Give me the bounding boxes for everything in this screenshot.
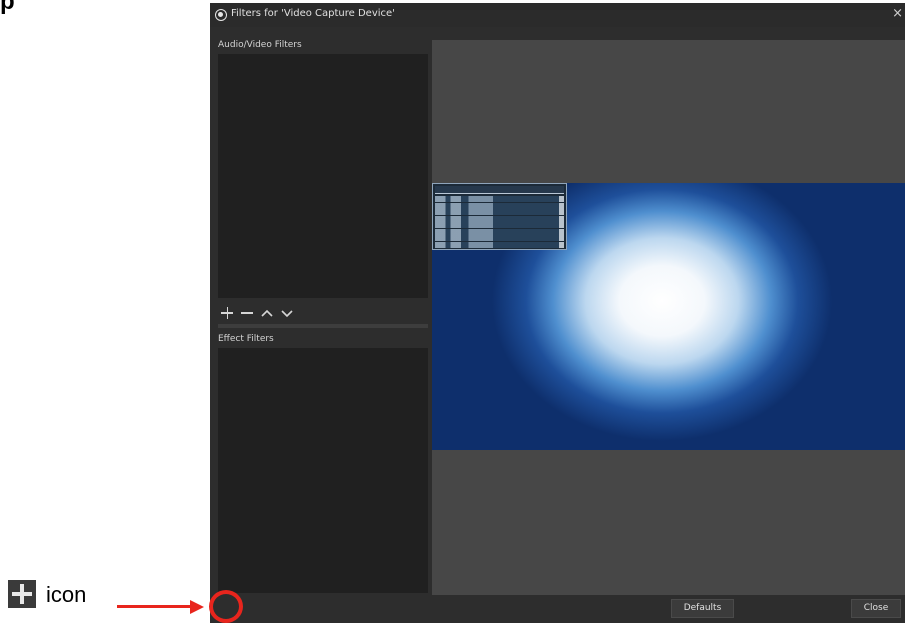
osd-row [435,222,564,228]
osd-row [435,215,564,222]
annotation-highlight-circle [209,590,243,623]
close-window-button[interactable]: × [892,7,903,20]
defaults-button[interactable]: Defaults [671,599,734,618]
window-title: Filters for 'Video Capture Device' [231,8,395,19]
video-osd-overlay [432,183,567,250]
audio-video-filters-list[interactable] [218,54,428,298]
osd-row [435,241,564,248]
audio-video-filters-toolbar [218,302,318,324]
av-add-filter-button[interactable] [218,302,236,324]
preview-area [432,40,905,595]
video-preview [432,183,905,450]
obs-logo-icon [215,9,227,21]
av-move-down-button[interactable] [278,302,296,324]
annotation-fragment-text: p [0,0,15,15]
av-remove-filter-button[interactable] [238,302,256,324]
legend-plus-icon [8,580,36,608]
av-move-up-button[interactable] [258,302,276,324]
chevron-up-icon [261,309,273,317]
annotation-arrow-head [190,600,204,614]
audio-video-filters-label: Audio/Video Filters [218,40,302,50]
osd-row [435,235,564,241]
osd-row [435,228,564,235]
osd-row [435,202,564,209]
close-button[interactable]: Close [851,599,901,618]
filters-window: Filters for 'Video Capture Device' × Aud… [210,3,905,623]
annotation-arrow-line [117,605,191,608]
osd-row [435,196,564,202]
osd-rows [435,196,564,248]
panel-splitter[interactable] [218,324,428,328]
legend-icon-label: icon [46,582,87,607]
title-bar: Filters for 'Video Capture Device' × [210,3,905,27]
osd-row [435,209,564,215]
osd-header [435,186,564,194]
effect-filters-list[interactable] [218,348,428,593]
bottom-bar [210,595,905,623]
chevron-down-icon [281,310,293,318]
effect-filters-label: Effect Filters [218,334,274,344]
